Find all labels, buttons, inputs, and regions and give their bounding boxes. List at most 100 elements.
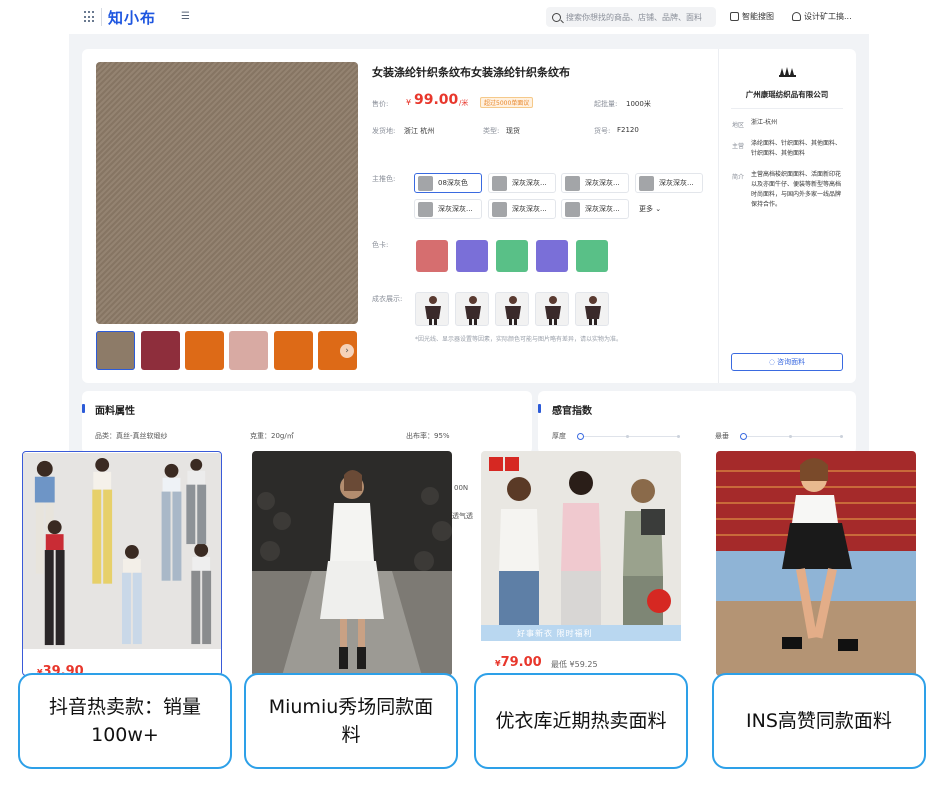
trend-card-uniqlo[interactable]: 好事新衣 限时福利 ¥79.00 最低 ¥59.25 bbox=[481, 451, 681, 676]
brand-logo[interactable]: 知小布 bbox=[108, 7, 156, 28]
attr-category-value: 真丝-真丝软缎纱 bbox=[116, 432, 168, 440]
main-fabric-image[interactable] bbox=[96, 62, 358, 324]
chevron-down-icon: ⌄ bbox=[655, 205, 662, 213]
variant-option[interactable]: 深灰深灰... bbox=[561, 199, 629, 219]
chat-icon: ◌ bbox=[768, 358, 775, 366]
variant-option[interactable]: 深灰深灰... bbox=[488, 199, 556, 219]
thumbnail-4[interactable] bbox=[229, 331, 268, 370]
attr-yield: 出布率：95% bbox=[406, 431, 450, 441]
trend-lowest-price: 最低 ¥59.25 bbox=[551, 660, 598, 669]
slider-dot bbox=[677, 435, 680, 438]
variant-option[interactable]: 08深灰色 bbox=[414, 173, 482, 193]
colorcard-label: 色卡: bbox=[372, 241, 389, 249]
variant-option[interactable]: 深灰深灰... bbox=[561, 173, 629, 193]
price-badge: 超过5000单面议 bbox=[480, 97, 534, 108]
variant-swatch bbox=[418, 175, 433, 191]
type-label: 类型: bbox=[483, 127, 500, 135]
trend-card-ins[interactable] bbox=[716, 451, 916, 676]
origin-label: 发货地: bbox=[372, 127, 396, 135]
trend-image-ins bbox=[716, 451, 916, 676]
more-variants-button[interactable]: 更多 ⌄ bbox=[639, 204, 661, 214]
variant-name: 深灰深灰... bbox=[585, 179, 620, 187]
consult-fabric-button[interactable]: ◌ 咨询面料 bbox=[731, 353, 843, 371]
slider-knob[interactable] bbox=[740, 433, 747, 440]
thumbnail-next-icon[interactable]: › bbox=[340, 344, 354, 358]
moq-value: 1000米 bbox=[626, 100, 651, 108]
thumbnail-3[interactable] bbox=[185, 331, 224, 370]
app-grid-icon[interactable] bbox=[84, 11, 96, 23]
image-search-icon bbox=[730, 12, 739, 21]
color-chip[interactable] bbox=[416, 240, 448, 272]
variant-name: 08深灰色 bbox=[438, 179, 468, 187]
fabric-attributes-title: 面料属性 bbox=[95, 406, 135, 417]
supplier-main-value: 涤纶面料、针织面料、其他面料、针织面料、其他面料 bbox=[751, 140, 842, 157]
caption-miumiu: Miumiu秀场同款面料 bbox=[244, 673, 458, 769]
supplier-intro-label: 简介 bbox=[732, 174, 745, 181]
variant-swatch bbox=[565, 201, 580, 217]
model-photo[interactable] bbox=[455, 292, 489, 326]
sku-label: 货号: bbox=[594, 127, 611, 135]
supplier-main-label: 主营 bbox=[732, 143, 745, 150]
color-chip[interactable] bbox=[576, 240, 608, 272]
partial-attribute: 00N bbox=[454, 484, 469, 492]
color-chip[interactable] bbox=[536, 240, 568, 272]
slider-dot bbox=[626, 435, 629, 438]
supplier-logo bbox=[777, 65, 799, 81]
origin-value: 浙江 杭州 bbox=[404, 127, 435, 135]
slider-dot bbox=[840, 435, 843, 438]
sidebar-collapse-icon[interactable]: ☰ bbox=[181, 11, 190, 22]
variant-swatch bbox=[565, 175, 580, 191]
consult-label: 咨询面料 bbox=[777, 358, 806, 366]
promo-banner-text: 好事新衣 限时福利 bbox=[517, 629, 593, 638]
trend-card-miumiu[interactable] bbox=[252, 451, 452, 676]
caption-douyin: 抖音热卖款：销量100w+ bbox=[18, 673, 232, 769]
variant-option[interactable]: 深灰深灰... bbox=[488, 173, 556, 193]
variant-option[interactable]: 深灰深灰... bbox=[635, 173, 703, 193]
trend-image-douyin bbox=[23, 452, 221, 650]
partial-attribute: 透气透 bbox=[452, 512, 473, 520]
model-photo[interactable] bbox=[535, 292, 569, 326]
smart-search-label: 智能搜图 bbox=[742, 12, 774, 21]
user-icon bbox=[792, 12, 801, 21]
caption-uniqlo: 优衣库近期热卖面料 bbox=[474, 673, 688, 769]
variant-option[interactable]: 深灰深灰... bbox=[414, 199, 482, 219]
supplier-divider bbox=[731, 108, 843, 109]
user-name: 设计矿工搞... bbox=[804, 12, 852, 21]
models-label: 成衣展示: bbox=[372, 295, 403, 303]
attr-yield-value: 95% bbox=[434, 432, 450, 440]
trend-price: ¥79.00 bbox=[495, 655, 542, 670]
thumbnail-1[interactable] bbox=[96, 331, 135, 370]
slider-knob[interactable] bbox=[577, 433, 584, 440]
search-icon bbox=[552, 12, 561, 22]
thickness-label: 厚度 bbox=[552, 432, 566, 440]
variant-swatch bbox=[639, 175, 654, 191]
variant-name: 深灰深灰... bbox=[585, 205, 620, 213]
model-photo[interactable] bbox=[575, 292, 609, 326]
sku-value: F2120 bbox=[617, 126, 639, 134]
color-chip[interactable] bbox=[496, 240, 528, 272]
price-value: 99.00 bbox=[414, 92, 459, 108]
thickness-slider[interactable] bbox=[577, 433, 680, 440]
price-label: 售价: bbox=[372, 100, 389, 108]
product-title: 女装涤纶针织条纹布女装涤纶针织条纹布 bbox=[372, 66, 570, 79]
model-photo[interactable] bbox=[415, 292, 449, 326]
caption-ins: INS高赞同款面料 bbox=[712, 673, 926, 769]
variant-name: 深灰深灰... bbox=[659, 179, 694, 187]
search-input[interactable]: 搜索你想找的商品、店铺、品牌、面料 bbox=[546, 7, 716, 27]
attr-weight-label: 克重： bbox=[250, 432, 271, 440]
thumbnail-2[interactable] bbox=[141, 331, 180, 370]
user-menu[interactable]: 设计矿工搞... bbox=[792, 11, 852, 22]
drape-slider[interactable] bbox=[740, 433, 843, 440]
color-disclaimer: *因光线、显示器设置等因素，实际颜色可能与图片略有差异，请以实物为准。 bbox=[415, 336, 623, 343]
sensory-index-card bbox=[538, 391, 856, 454]
attr-category: 品类：真丝-真丝软缎纱 bbox=[95, 431, 168, 441]
trend-card-douyin[interactable]: ¥39.90 bbox=[22, 451, 222, 676]
model-photo[interactable] bbox=[495, 292, 529, 326]
thumbnail-5[interactable] bbox=[274, 331, 313, 370]
color-chip[interactable] bbox=[456, 240, 488, 272]
smart-search-link[interactable]: 智能搜图 bbox=[730, 11, 774, 22]
promo-banner: 好事新衣 限时福利 bbox=[481, 625, 681, 641]
variant-name: 深灰深灰... bbox=[512, 179, 547, 187]
variant-name: 深灰深灰... bbox=[512, 205, 547, 213]
supplier-name[interactable]: 广州康瑶纺织品有限公司 bbox=[728, 89, 846, 100]
